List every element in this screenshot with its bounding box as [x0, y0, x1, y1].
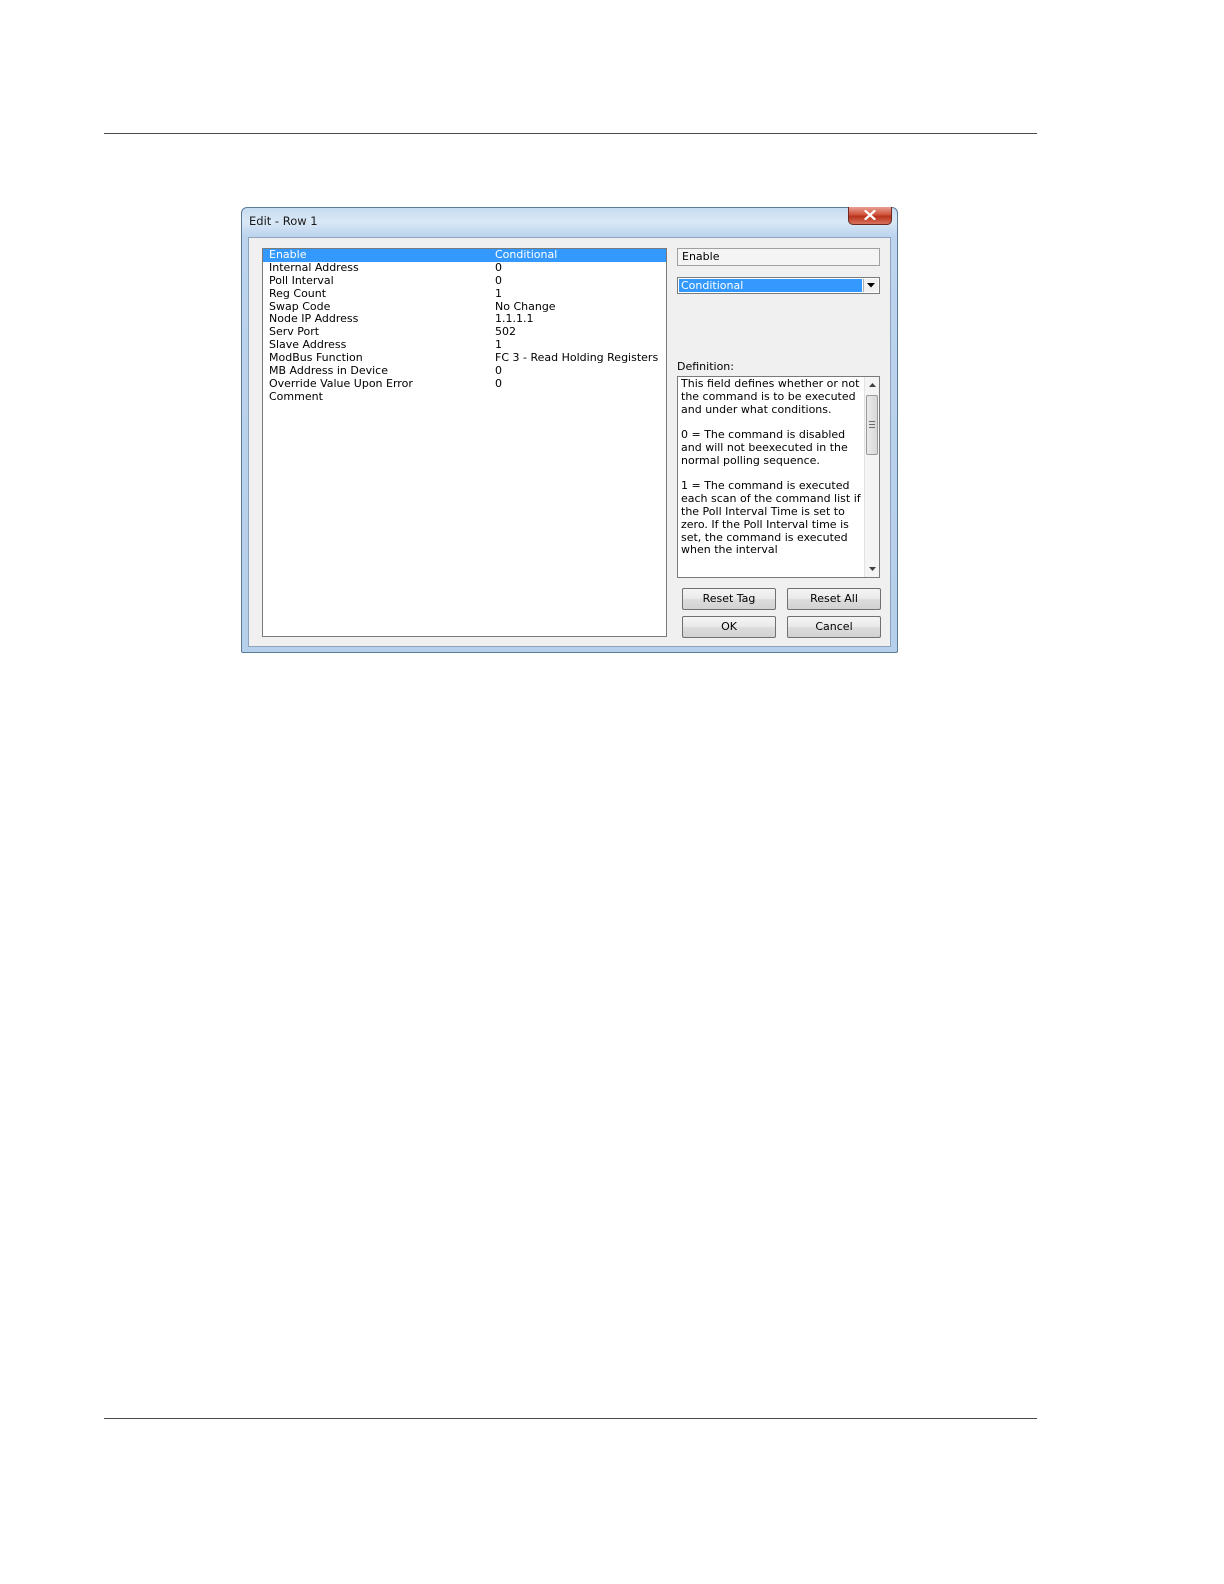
reset-all-button[interactable]: Reset All	[787, 588, 881, 610]
edit-row-dialog: Edit - Row 1 Enable Conditional Internal A…	[241, 207, 898, 653]
property-row[interactable]: Poll Interval 0	[263, 273, 666, 288]
property-value: Conditional	[495, 248, 558, 261]
property-value: 0	[495, 260, 502, 274]
property-row[interactable]: Enable Conditional	[263, 249, 666, 262]
reset-tag-button[interactable]: Reset Tag	[682, 588, 776, 610]
property-row[interactable]: Comment	[263, 389, 666, 404]
dropdown-button[interactable]	[863, 279, 878, 292]
chevron-down-icon	[867, 283, 875, 288]
window-title: Edit - Row 1	[249, 214, 318, 228]
title-bar[interactable]: Edit - Row 1	[242, 207, 897, 236]
property-name: Internal Address	[269, 260, 359, 274]
cancel-button[interactable]: Cancel	[787, 616, 881, 638]
grip-icon	[869, 421, 875, 428]
property-value: 0	[495, 364, 502, 378]
property-name: Enable	[269, 248, 307, 261]
footer-rule	[104, 1418, 1037, 1419]
value-dropdown[interactable]: Conditional	[677, 277, 880, 294]
scroll-up-arrow-icon	[869, 383, 876, 387]
property-row[interactable]: Reg Count 1	[263, 286, 666, 301]
dropdown-selected-value: Conditional	[679, 279, 862, 292]
property-list[interactable]: Enable Conditional Internal Address 0 Poll I…	[262, 248, 667, 637]
scroll-thumb[interactable]	[866, 395, 878, 455]
property-name: MB Address in Device	[269, 364, 388, 378]
property-name: Poll Interval	[269, 273, 334, 287]
property-value: 1	[495, 286, 502, 300]
property-value: 0	[495, 376, 502, 390]
definition-label: Definition:	[677, 360, 734, 373]
definition-textbox[interactable]: This field defines whether or not the co…	[677, 376, 880, 578]
property-value: 0	[495, 273, 502, 287]
property-value: FC 3 - Read Holding Registers	[495, 351, 659, 365]
close-icon	[864, 210, 876, 220]
ok-button[interactable]: OK	[682, 616, 776, 638]
scroll-down-button[interactable]	[865, 562, 879, 576]
property-name: Comment	[269, 389, 323, 403]
property-row[interactable]: MB Address in Device 0	[263, 364, 666, 378]
definition-scrollbar[interactable]	[864, 377, 879, 577]
definition-text: This field defines whether or not the co…	[681, 377, 861, 557]
close-button[interactable]	[848, 207, 892, 225]
property-name: Reg Count	[269, 286, 327, 300]
header-rule	[104, 133, 1037, 134]
scroll-down-arrow-icon	[869, 567, 876, 571]
property-row[interactable]: Internal Address 0	[263, 260, 666, 275]
property-row[interactable]: Override Value Upon Error 0	[263, 376, 666, 391]
selected-field-name: Enable	[677, 248, 880, 266]
property-row[interactable]: Node IP Address 1.1.1.1	[263, 313, 666, 326]
scroll-up-button[interactable]	[865, 378, 879, 392]
property-name: Override Value Upon Error	[269, 376, 413, 390]
dialog-client-area: Enable Conditional Internal Address 0 Poll I…	[248, 237, 891, 647]
